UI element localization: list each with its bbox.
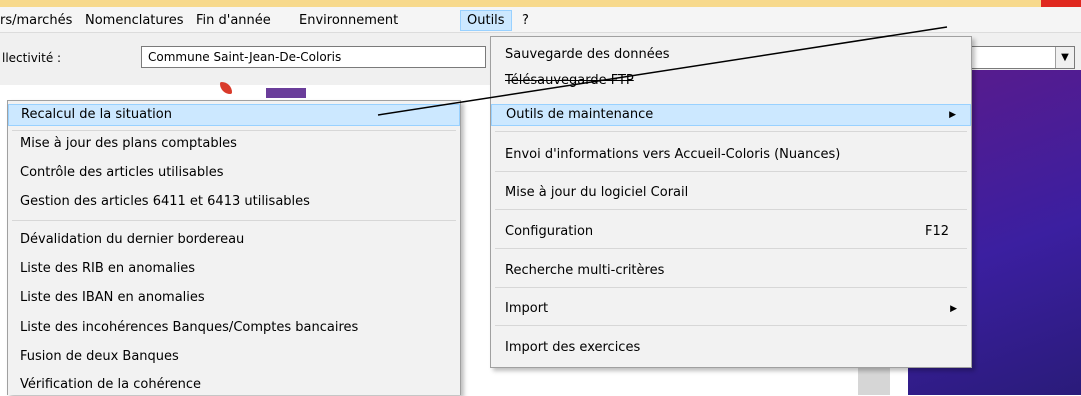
annotation-line <box>377 26 948 116</box>
annotation-arrow-line <box>377 26 948 116</box>
